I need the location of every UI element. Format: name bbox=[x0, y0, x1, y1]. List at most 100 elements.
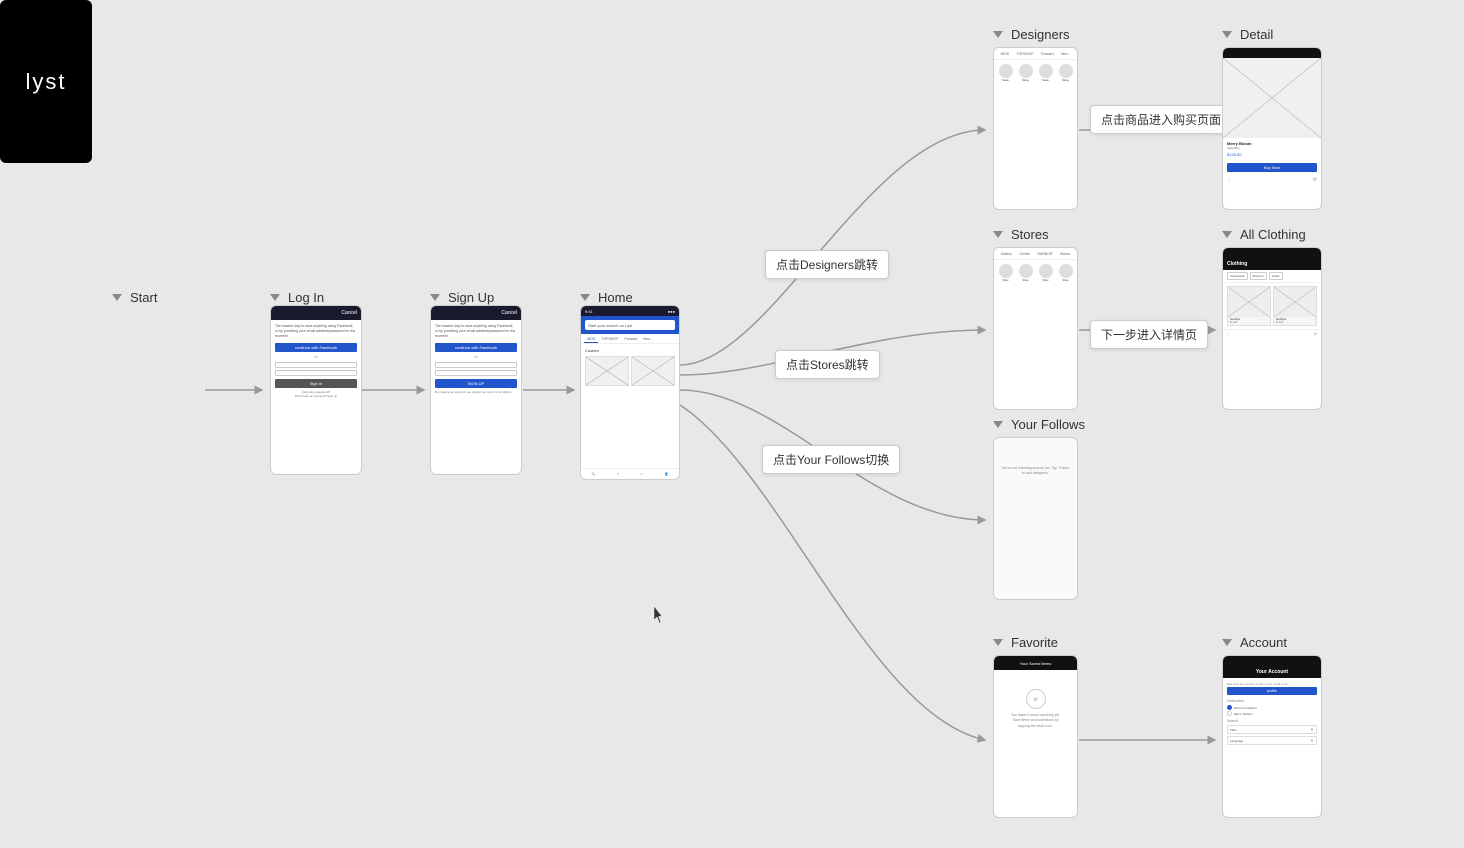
designer-item-3: Name bbox=[1037, 64, 1054, 82]
language-dropdown[interactable]: Language ▼ bbox=[1227, 736, 1317, 745]
account-profile-btn[interactable]: profile bbox=[1227, 687, 1317, 695]
designers-content: Name Name Name Name bbox=[994, 60, 1077, 91]
checkbox-women-icon[interactable] bbox=[1227, 705, 1232, 710]
buy-button[interactable]: Buy Now bbox=[1227, 163, 1317, 172]
detail-image bbox=[1223, 58, 1321, 138]
s-center: Center bbox=[1019, 252, 1030, 256]
login-label: Log In bbox=[288, 290, 324, 305]
signup-password-input[interactable] bbox=[435, 370, 517, 376]
signup-body: The easiest way to save anything using F… bbox=[431, 320, 521, 398]
callout-follows-text: 点击Your Follows切换 bbox=[773, 453, 889, 467]
product-image-1 bbox=[585, 356, 629, 386]
start-section-label: Start bbox=[112, 290, 157, 305]
clothing-product-img-1 bbox=[1228, 287, 1270, 317]
detail-top-bar bbox=[1223, 48, 1321, 58]
favorite-section-label: Favorite bbox=[993, 635, 1058, 650]
detail-label: Detail bbox=[1240, 27, 1273, 42]
sign-up-btn[interactable]: SIGN UP bbox=[435, 379, 517, 388]
tab-wos[interactable]: WOS bbox=[584, 336, 598, 343]
clothing-bottom-bar: ↑ ♥ bbox=[1223, 329, 1321, 340]
designer-avatar-2 bbox=[1019, 64, 1033, 78]
tab-forward[interactable]: Forward bbox=[621, 336, 640, 343]
facebook-btn: continue with Facebook bbox=[275, 343, 357, 352]
nav-saved[interactable]: ♥ bbox=[617, 472, 619, 476]
designer-name-4: Name bbox=[1057, 79, 1074, 82]
d-topshop: TOPSHOP bbox=[1016, 52, 1033, 56]
designers-label: Designers bbox=[1011, 27, 1070, 42]
tab-neo[interactable]: Neo... bbox=[640, 336, 655, 343]
time-display: 9:41 bbox=[585, 309, 593, 314]
signup-email-input[interactable] bbox=[435, 362, 517, 368]
d-neo: Neo... bbox=[1061, 52, 1070, 56]
designer-item-4: Name bbox=[1057, 64, 1074, 82]
product-image-2 bbox=[631, 356, 675, 386]
checkbox-men-icon[interactable] bbox=[1227, 711, 1232, 716]
nav-search[interactable]: 🔍 bbox=[592, 472, 596, 476]
home-nav-tabs: WOS TOPSHOP Forward Neo... bbox=[581, 334, 679, 344]
stores-screen: Gallery Center HARBOR Stores Store Store… bbox=[993, 247, 1078, 410]
store-name-4: Store bbox=[1057, 279, 1074, 282]
signup-terms: By creating an account you accept our te… bbox=[435, 390, 517, 395]
nav-profile[interactable]: 👤 bbox=[664, 472, 668, 476]
follows-label: Your Follows bbox=[1011, 417, 1085, 432]
cursor bbox=[654, 606, 666, 624]
favorite-label: Favorite bbox=[1011, 635, 1058, 650]
login-section-label: Log In bbox=[270, 290, 324, 305]
designer-name-3: Name bbox=[1037, 79, 1054, 82]
product-brand: SuperDry bbox=[1227, 146, 1317, 150]
signup-screen: Cancel The easiest way to save anything … bbox=[430, 305, 522, 475]
nav-discover[interactable]: ◎ bbox=[640, 472, 643, 476]
designer-item-1: Name bbox=[997, 64, 1014, 82]
clothing-product-img-2 bbox=[1274, 287, 1316, 317]
account-body: Edit links are used to confirm your emai… bbox=[1223, 678, 1321, 751]
clothing-product-grid: NuuStyle $. unit NuuStyle $. unit bbox=[1223, 283, 1321, 329]
tab-topshop[interactable]: TOPSHOP bbox=[598, 336, 621, 343]
signup-desc: The easiest way to save anything using F… bbox=[435, 324, 517, 339]
checkbox-women-label: Women's fashion bbox=[1234, 706, 1257, 710]
home-section-label: Home bbox=[580, 290, 633, 305]
clothing-heart-icon: ♥ bbox=[1313, 332, 1317, 338]
account-screen: Your Account Edit links are used to conf… bbox=[1222, 655, 1322, 818]
collapse-icon bbox=[112, 294, 122, 301]
clothing-screen: Clothing Activewear Bottoms Coats NuuSty… bbox=[1222, 247, 1322, 410]
filter-label: Filter bbox=[1230, 728, 1237, 732]
collapse-icon-detail bbox=[1222, 31, 1232, 38]
favorite-top-bar: Your Saved Items bbox=[994, 656, 1077, 670]
favorite-empty-icon: ♥ bbox=[1026, 689, 1046, 709]
signup-facebook-btn: continue with Facebook bbox=[435, 343, 517, 352]
follows-screen: You're not following anyone yet. Tap 'Fo… bbox=[993, 437, 1078, 600]
s-gallery: Gallery bbox=[1001, 252, 1012, 256]
filter-coats[interactable]: Coats bbox=[1269, 272, 1283, 280]
filter-activewear[interactable]: Activewear bbox=[1227, 272, 1248, 280]
s-harbor: HARBOR bbox=[1038, 252, 1053, 256]
store-logo-1 bbox=[999, 264, 1013, 278]
search-input[interactable]: Start your search on Lyst bbox=[585, 320, 675, 330]
store-logo-2 bbox=[1019, 264, 1033, 278]
d-forward: Forward bbox=[1041, 52, 1054, 56]
content-label: Custom bbox=[585, 348, 675, 353]
signup-label: Sign Up bbox=[448, 290, 494, 305]
home-label: Home bbox=[598, 290, 633, 305]
store-item-3: Store bbox=[1037, 264, 1054, 282]
follows-content: You're not following anyone yet. Tap 'Fo… bbox=[994, 438, 1077, 481]
sign-in-btn[interactable]: Sign In bbox=[275, 379, 357, 388]
email-input[interactable] bbox=[275, 362, 357, 368]
callout-detail-text: 点击商品进入购买页面 bbox=[1101, 113, 1221, 127]
language-label: Language bbox=[1230, 739, 1243, 743]
favorite-content: ♥ You haven't saved anything yet.Save it… bbox=[994, 670, 1077, 733]
designer-name-1: Name bbox=[997, 79, 1014, 82]
clothing-top-bar bbox=[1223, 248, 1321, 258]
checkbox-men: Men's fashion bbox=[1227, 711, 1317, 716]
filter-bottoms[interactable]: Bottoms bbox=[1250, 272, 1267, 280]
login-desc: The easiest way to save anything using F… bbox=[275, 324, 357, 339]
clothing-product-details-1: NuuStyle $. unit bbox=[1228, 317, 1270, 325]
store-logo-3 bbox=[1039, 264, 1053, 278]
callout-stores-text: 点击Stores跳转 bbox=[786, 358, 869, 372]
detail-bottom-row: ↑ ♥ bbox=[1223, 172, 1321, 187]
password-input[interactable] bbox=[275, 370, 357, 376]
or-divider: or bbox=[275, 355, 357, 359]
checkbox-men-label: Men's fashion bbox=[1234, 712, 1252, 716]
filter-dropdown[interactable]: Filter ▼ bbox=[1227, 725, 1317, 734]
login-header: Cancel bbox=[271, 306, 361, 320]
share-icon: ↑ bbox=[1227, 175, 1231, 184]
